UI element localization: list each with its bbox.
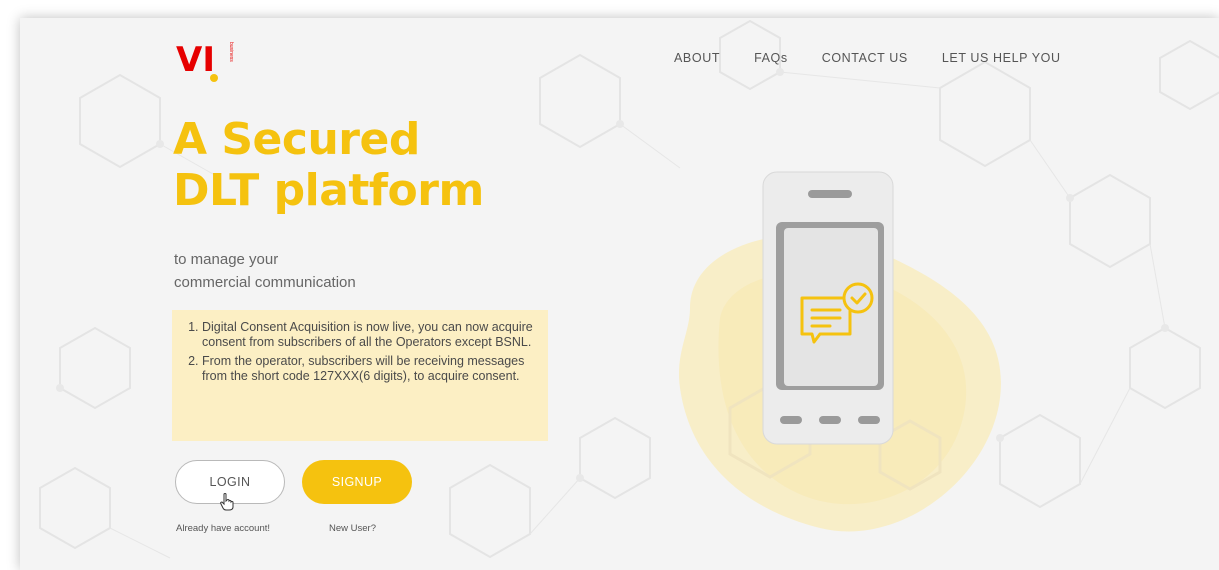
nav-faqs[interactable]: FAQs — [754, 51, 788, 65]
signup-caption: New User? — [329, 523, 376, 534]
hero-subtitle-line1: to manage your — [174, 251, 279, 268]
notice-item: From the operator, subscribers will be r… — [202, 354, 534, 384]
notice-item: Digital Consent Acquisition is now live,… — [202, 320, 534, 350]
hero-subtitle: to manage your commercial communication — [174, 248, 356, 294]
vi-business-logo[interactable]: VI business — [176, 38, 236, 84]
login-caption: Already have account! — [176, 523, 271, 534]
svg-text:VI: VI — [176, 40, 215, 80]
notice-list: Digital Consent Acquisition is now live,… — [182, 320, 534, 384]
hero-title: A Secured DLT platform — [173, 114, 484, 216]
nav-about[interactable]: ABOUT — [674, 51, 720, 65]
hero-title-line1: A Secured — [173, 114, 420, 165]
phone-chat-check-icon — [678, 171, 1001, 532]
svg-text:business: business — [228, 42, 234, 62]
hero-subtitle-line2: commercial communication — [174, 274, 356, 291]
hand-cursor-icon — [220, 493, 234, 511]
nav-let-us-help-you[interactable]: LET US HELP YOU — [942, 51, 1061, 65]
nav-contact-us[interactable]: CONTACT US — [822, 51, 908, 65]
top-nav: ABOUT FAQs CONTACT US LET US HELP YOU — [674, 51, 1095, 65]
page: VI business ABOUT FAQs CONTACT US LET US… — [20, 18, 1219, 570]
notice-box: Digital Consent Acquisition is now live,… — [172, 310, 548, 441]
hero-title-line2: DLT platform — [173, 165, 484, 216]
signup-button[interactable]: SIGNUP — [302, 460, 412, 504]
